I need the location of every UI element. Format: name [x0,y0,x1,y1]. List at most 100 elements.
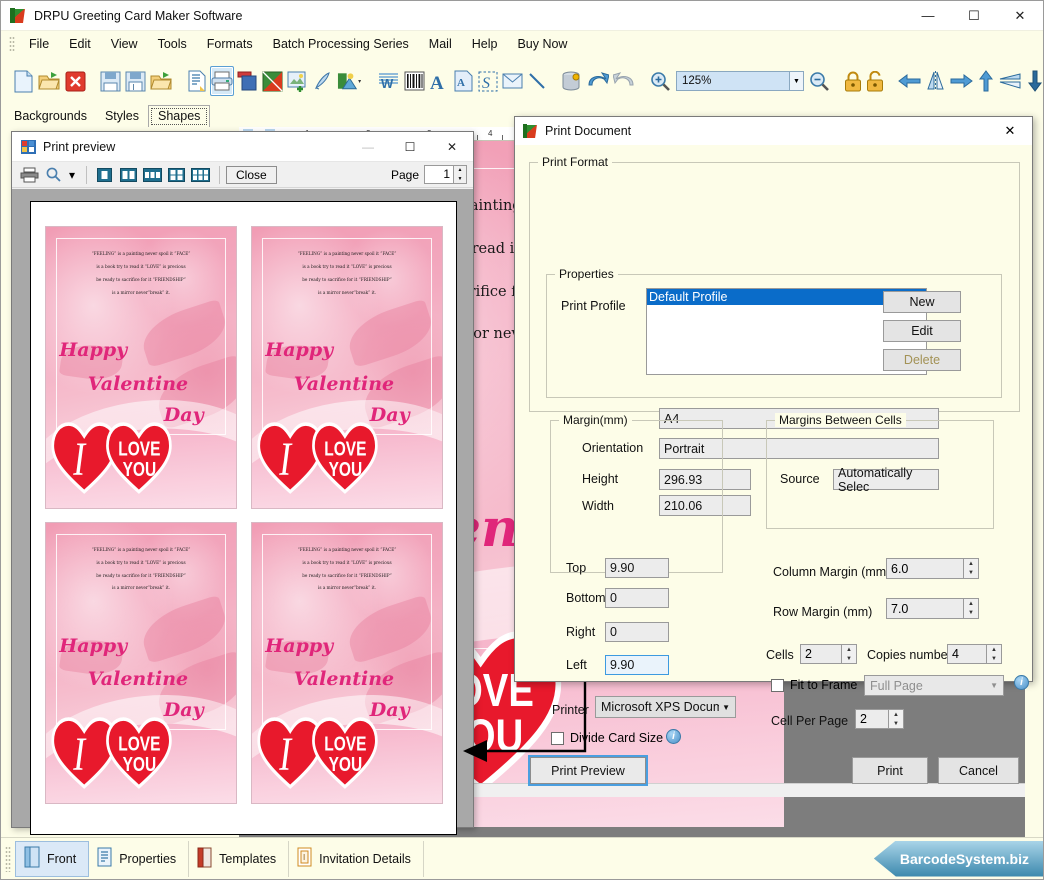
text-icon[interactable]: A [428,66,450,96]
minimize-button[interactable]: — [905,1,951,31]
watermark-icon[interactable]: W [376,66,401,96]
zoom-value[interactable]: 125% [676,71,790,91]
menu-formats[interactable]: Formats [197,33,263,55]
cell-per-page-value[interactable]: 2 [855,709,889,729]
menu-buy-now[interactable]: Buy Now [507,33,577,55]
menu-view[interactable]: View [101,33,148,55]
page-number-stepper[interactable]: ▲ ▼ [454,165,467,184]
cells-value[interactable]: 2 [800,644,842,664]
cells-stepper[interactable]: 2 ▲ ▼ [800,644,857,664]
menu-help[interactable]: Help [462,33,508,55]
save-icon[interactable] [99,66,122,96]
fit-mode-select[interactable]: Full Page ▼ [864,675,1004,696]
four-page-view-icon[interactable] [165,165,187,185]
zoom-out-icon[interactable] [808,66,831,96]
divide-card-size-checkbox[interactable]: Divide Card Size [551,731,663,745]
fit-to-frame-box[interactable] [771,678,784,692]
save-as-icon[interactable]: I [124,66,147,96]
pen-icon[interactable] [311,66,334,96]
flip-horizontal-icon[interactable] [924,66,947,96]
print-preview-body[interactable]: “FEELING” is a painting never spoil it “… [12,189,473,835]
menu-tools[interactable]: Tools [148,33,197,55]
cells-up-icon[interactable]: ▲ [842,645,856,654]
import-folder-icon[interactable] [149,66,174,96]
page-number-input[interactable]: 1 [424,165,454,184]
magnifier-icon[interactable] [42,165,64,185]
row-margin-down-icon[interactable]: ▼ [964,609,978,619]
dialog-close-button[interactable]: ✕ [988,117,1032,145]
undo-icon[interactable] [585,66,610,96]
align-left-icon[interactable] [897,66,922,96]
preview-close-toolbar-button[interactable]: Close [226,165,277,184]
cell-per-page-up-icon[interactable]: ▲ [889,710,903,719]
cells-down-icon[interactable]: ▼ [842,654,856,663]
unlock-icon[interactable] [865,66,885,96]
margin-left-value[interactable]: 9.90 [605,655,669,675]
menu-file[interactable]: File [19,33,59,55]
three-page-view-icon[interactable] [141,165,163,185]
chevron-down-icon[interactable]: ▼ [722,703,730,712]
six-page-view-icon[interactable] [189,165,211,185]
copies-value[interactable]: 4 [947,644,987,664]
fit-to-frame-checkbox[interactable]: Fit to Frame [771,678,857,692]
new-document-icon[interactable] [12,66,35,96]
tab-styles[interactable]: Styles [96,106,148,127]
statusbar-grip[interactable] [5,845,11,872]
column-margin-value[interactable]: 6.0 [886,558,964,579]
statusbar-item-properties[interactable]: Properties [89,840,190,877]
cell-per-page-stepper[interactable]: 2 ▲ ▼ [855,709,904,729]
preview-maximize-button[interactable]: ☐ [389,132,431,162]
copies-down-icon[interactable]: ▼ [987,654,1001,663]
preview-minimize-button[interactable]: — [347,132,389,162]
zoom-in-icon[interactable] [649,66,672,96]
close-document-icon[interactable] [64,66,87,96]
database-icon[interactable] [560,66,583,96]
print-button[interactable]: Print [852,757,928,784]
open-folder-icon[interactable] [37,66,62,96]
margin-right-value[interactable]: 0 [605,622,669,642]
text-frame-icon[interactable]: A [452,66,475,96]
copies-stepper[interactable]: 4 ▲ ▼ [947,644,1002,664]
align-right-icon[interactable] [949,66,974,96]
row-margin-up-icon[interactable]: ▲ [964,599,978,609]
menu-batch-processing-series[interactable]: Batch Processing Series [263,33,419,55]
zoom-combo[interactable]: 125% ▼ [676,71,804,91]
zoom-dropdown-arrow-icon[interactable]: ▾ [66,165,78,185]
fit-to-frame-info-icon[interactable]: i [1014,675,1029,690]
menu-grip[interactable] [9,36,15,52]
envelope-icon[interactable] [501,66,524,96]
column-margin-stepper[interactable]: 6.0 ▲ ▼ [886,558,979,579]
row-margin-value[interactable]: 7.0 [886,598,964,619]
chevron-down-icon[interactable]: ▼ [990,681,998,690]
line-icon[interactable] [526,66,548,96]
insert-image-icon[interactable] [286,66,309,96]
column-margin-up-icon[interactable]: ▲ [964,559,978,569]
print-icon[interactable] [210,66,234,96]
column-margin-down-icon[interactable]: ▼ [964,569,978,579]
redo-icon[interactable] [612,66,637,96]
align-bottom-icon[interactable] [1025,66,1044,96]
margin-bottom-value[interactable]: 0 [605,588,669,608]
barcode-icon[interactable] [403,66,426,96]
copies-up-icon[interactable]: ▲ [987,645,1001,654]
card-stack-icon[interactable] [236,66,259,96]
signature-icon[interactable]: S [477,66,499,96]
flip-vertical-icon[interactable] [998,66,1023,96]
two-page-view-icon[interactable] [117,165,139,185]
statusbar-item-invitation-details[interactable]: I Invitation Details [289,840,424,877]
printer-icon[interactable] [18,165,40,185]
one-page-view-icon[interactable] [93,165,115,185]
lock-icon[interactable] [843,66,863,96]
print-preview-button[interactable]: Print Preview [528,755,648,786]
row-margin-stepper[interactable]: 7.0 ▲ ▼ [886,598,979,619]
page-up-icon[interactable]: ▲ [454,166,466,175]
page-down-icon[interactable]: ▼ [454,174,466,183]
divide-card-info-icon[interactable]: i [666,729,681,744]
tab-backgrounds[interactable]: Backgrounds [5,106,96,127]
printer-select[interactable]: Microsoft XPS Document ▼ [595,696,736,718]
maximize-button[interactable]: ☐ [951,1,997,31]
close-button[interactable]: ✕ [997,1,1043,31]
margin-top-value[interactable]: 9.90 [605,558,669,578]
align-top-icon[interactable] [976,66,996,96]
page-setup-icon[interactable] [186,66,208,96]
